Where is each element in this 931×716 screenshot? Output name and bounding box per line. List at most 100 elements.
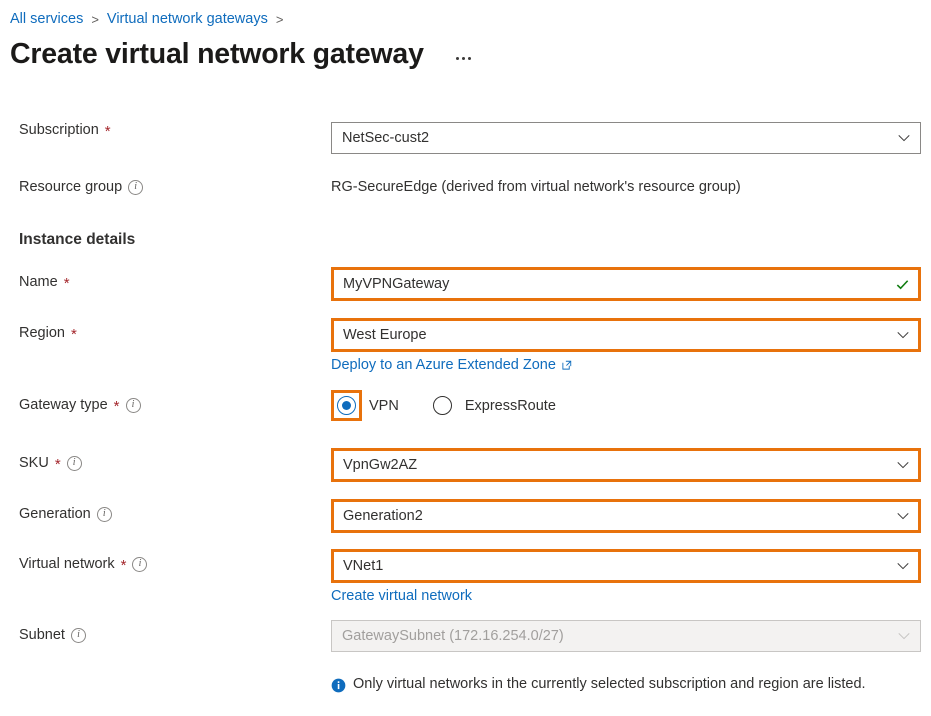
resource-group-value: RG-SecureEdge (derived from virtual netw… bbox=[331, 179, 741, 195]
more-options-icon[interactable] bbox=[454, 54, 473, 63]
sku-value: VpnGw2AZ bbox=[343, 457, 418, 473]
label-text: Gateway type bbox=[19, 397, 108, 413]
name-input[interactable]: MyVPNGateway bbox=[331, 267, 921, 301]
field-resource-group: RG-SecureEdge (derived from virtual netw… bbox=[331, 171, 931, 195]
checkmark-icon bbox=[896, 279, 909, 289]
form-row-subscription: Subscription * NetSec-cust2 bbox=[0, 122, 931, 171]
info-icon[interactable]: i bbox=[70, 627, 86, 643]
info-banner: Only virtual networks in the currently s… bbox=[331, 676, 931, 693]
external-link-icon bbox=[562, 360, 572, 370]
field-info-banner: Only virtual networks in the currently s… bbox=[331, 676, 931, 693]
radio-button-expressroute[interactable] bbox=[432, 396, 452, 415]
required-asterisk: * bbox=[54, 455, 61, 473]
radio-option-expressroute[interactable]: ExpressRoute bbox=[427, 390, 556, 421]
sku-dropdown[interactable]: VpnGw2AZ bbox=[331, 448, 921, 482]
form-row-virtual-network: Virtual network * i VNet1 Create virtual… bbox=[0, 549, 931, 620]
name-value: MyVPNGateway bbox=[343, 276, 450, 292]
chevron-down-icon bbox=[898, 633, 910, 640]
form-row-gateway-type: Gateway type * i VPN ExpressRoute bbox=[0, 390, 931, 448]
label-region: Region * bbox=[0, 318, 331, 343]
section-title-instance-details: Instance details bbox=[19, 231, 136, 248]
required-asterisk: * bbox=[104, 122, 111, 140]
label-text: Resource group bbox=[19, 179, 123, 195]
required-asterisk: * bbox=[70, 325, 77, 343]
info-filled-icon bbox=[331, 678, 346, 693]
link-text: Deploy to an Azure Extended Zone bbox=[331, 357, 556, 373]
radio-highlight-box bbox=[331, 390, 362, 421]
chevron-down-icon bbox=[897, 462, 909, 469]
field-generation: Generation2 bbox=[331, 499, 931, 533]
field-region: West Europe Deploy to an Azure Extended … bbox=[331, 318, 931, 374]
radio-label-vpn: VPN bbox=[369, 397, 399, 414]
label-gateway-type: Gateway type * i bbox=[0, 390, 331, 415]
chevron-down-icon bbox=[898, 135, 910, 142]
required-asterisk: * bbox=[113, 397, 120, 415]
chevron-down-icon bbox=[897, 563, 909, 570]
radio-button-vpn[interactable] bbox=[337, 396, 356, 415]
region-dropdown[interactable]: West Europe bbox=[331, 318, 921, 352]
dot bbox=[455, 57, 459, 60]
page-title: Create virtual network gateway bbox=[10, 38, 424, 70]
generation-dropdown[interactable]: Generation2 bbox=[331, 499, 921, 533]
virtual-network-value: VNet1 bbox=[343, 558, 384, 574]
radio-highlight-box bbox=[427, 390, 458, 421]
info-icon[interactable]: i bbox=[128, 179, 144, 195]
subscription-value: NetSec-cust2 bbox=[342, 130, 430, 146]
label-virtual-network: Virtual network * i bbox=[0, 549, 331, 574]
info-icon[interactable]: i bbox=[66, 455, 82, 471]
field-virtual-network: VNet1 Create virtual network bbox=[331, 549, 931, 605]
form-row-name: Name * MyVPNGateway bbox=[0, 267, 931, 318]
label-text: Name bbox=[19, 274, 58, 290]
info-banner-text: Only virtual networks in the currently s… bbox=[353, 676, 866, 692]
field-subscription: NetSec-cust2 bbox=[331, 122, 931, 154]
label-name: Name * bbox=[0, 267, 331, 292]
region-value: West Europe bbox=[343, 327, 427, 343]
virtual-network-dropdown[interactable]: VNet1 bbox=[331, 549, 921, 583]
subscription-dropdown[interactable]: NetSec-cust2 bbox=[331, 122, 921, 154]
field-gateway-type: VPN ExpressRoute bbox=[331, 390, 931, 421]
label-text: SKU bbox=[19, 455, 49, 471]
breadcrumb-item-all-services[interactable]: All services bbox=[10, 11, 83, 27]
label-resource-group: Resource group i bbox=[0, 171, 331, 195]
chevron-down-icon bbox=[897, 332, 909, 339]
info-icon[interactable]: i bbox=[125, 397, 141, 413]
info-icon[interactable]: i bbox=[96, 506, 112, 522]
label-text: Region bbox=[19, 325, 65, 341]
subnet-value: GatewaySubnet (172.16.254.0/27) bbox=[342, 628, 564, 644]
label-text: Virtual network bbox=[19, 556, 115, 572]
form-row-region: Region * West Europe Deploy to an Azure … bbox=[0, 318, 931, 390]
label-subnet: Subnet i bbox=[0, 620, 331, 643]
create-gateway-form: Subscription * NetSec-cust2 Resource gro… bbox=[0, 122, 931, 693]
label-subscription: Subscription * bbox=[0, 122, 331, 140]
generation-value: Generation2 bbox=[343, 508, 423, 524]
chevron-down-icon bbox=[897, 513, 909, 520]
deploy-extended-zone-link[interactable]: Deploy to an Azure Extended Zone bbox=[331, 357, 573, 373]
required-asterisk: * bbox=[63, 274, 70, 292]
radio-option-vpn[interactable]: VPN bbox=[331, 390, 399, 421]
form-row-sku: SKU * i VpnGw2AZ bbox=[0, 448, 931, 499]
breadcrumb-item-virtual-network-gateways[interactable]: Virtual network gateways bbox=[107, 11, 268, 27]
dot bbox=[467, 57, 471, 60]
breadcrumb: All services > Virtual network gateways … bbox=[10, 8, 291, 30]
label-text: Subnet bbox=[19, 627, 65, 643]
breadcrumb-separator-icon: > bbox=[275, 11, 284, 27]
form-row-info-banner: Only virtual networks in the currently s… bbox=[0, 676, 931, 693]
label-sku: SKU * i bbox=[0, 448, 331, 473]
create-virtual-network-link[interactable]: Create virtual network bbox=[331, 588, 472, 604]
field-subnet: GatewaySubnet (172.16.254.0/27) bbox=[331, 620, 931, 652]
form-row-resource-group: Resource group i RG-SecureEdge (derived … bbox=[0, 171, 931, 225]
subnet-dropdown: GatewaySubnet (172.16.254.0/27) bbox=[331, 620, 921, 652]
required-asterisk: * bbox=[120, 556, 127, 574]
breadcrumb-separator-icon: > bbox=[91, 11, 99, 27]
label-text: Subscription bbox=[19, 122, 99, 138]
field-name: MyVPNGateway bbox=[331, 267, 931, 301]
info-icon[interactable]: i bbox=[132, 556, 148, 572]
form-row-generation: Generation i Generation2 bbox=[0, 499, 931, 549]
dot bbox=[461, 57, 465, 60]
radio-label-expressroute: ExpressRoute bbox=[464, 397, 556, 414]
label-text: Generation bbox=[19, 506, 91, 522]
field-sku: VpnGw2AZ bbox=[331, 448, 931, 482]
page-header: Create virtual network gateway bbox=[10, 38, 473, 71]
gateway-type-radio-group: VPN ExpressRoute bbox=[331, 390, 931, 421]
link-text: Create virtual network bbox=[331, 588, 473, 604]
